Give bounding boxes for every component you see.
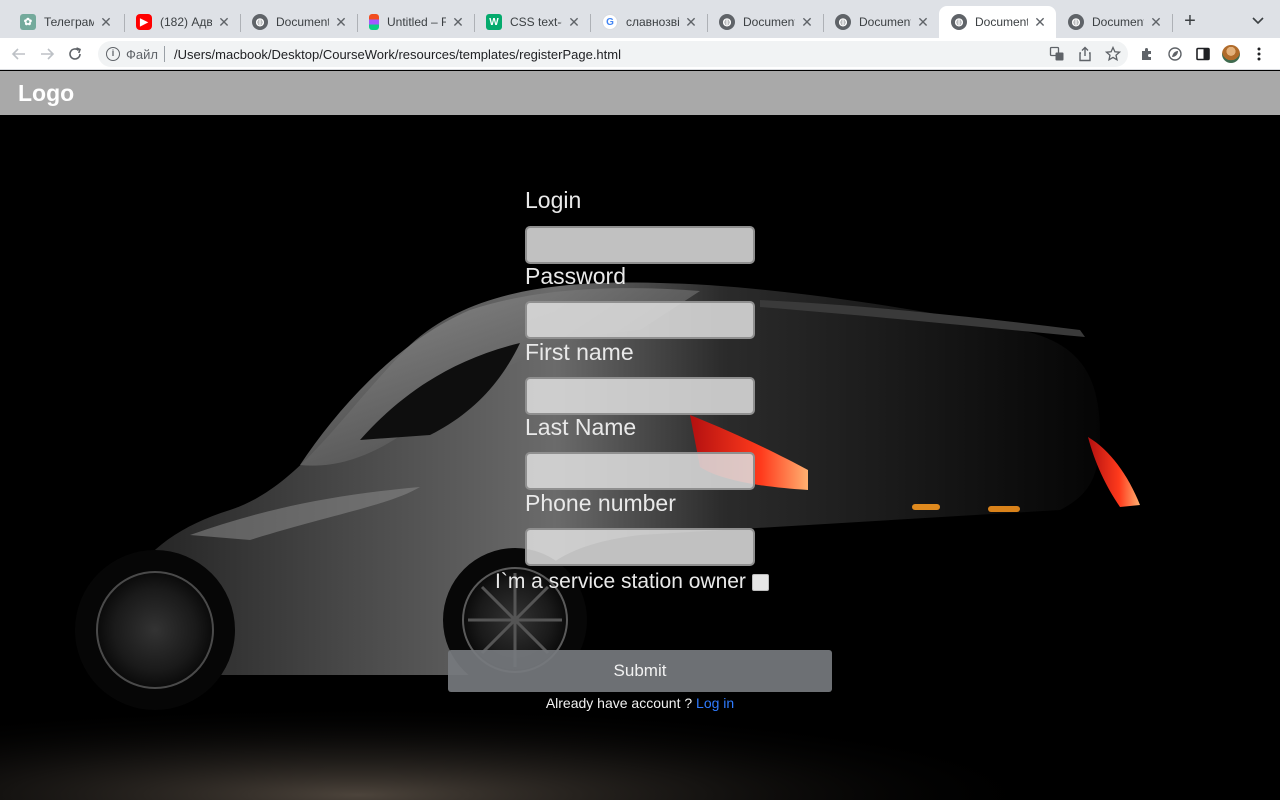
chatgpt-icon: ✿: [20, 14, 36, 30]
w3schools-icon: W: [486, 14, 502, 30]
tab-title: Document: [859, 15, 911, 29]
tab-title: Document: [276, 15, 329, 29]
password-label: Password: [525, 263, 626, 289]
star-icon[interactable]: [1104, 45, 1122, 63]
close-icon[interactable]: ✕: [683, 14, 699, 30]
translate-icon[interactable]: [1048, 45, 1066, 63]
browser-toolbar: i Файл /Users/macbook/Desktop/CourseWork…: [0, 38, 1280, 70]
figma-icon: [369, 14, 379, 30]
reflector-right: [988, 506, 1020, 512]
submit-button[interactable]: Submit: [448, 650, 832, 692]
address-divider: [164, 46, 165, 62]
globe-icon: ◍: [1068, 14, 1084, 30]
tab-title: Document: [1092, 15, 1144, 29]
profile-avatar-icon[interactable]: [1222, 45, 1240, 63]
tab-figma[interactable]: Untitled – F ✕: [357, 6, 474, 38]
close-icon[interactable]: ✕: [1148, 14, 1164, 30]
youtube-icon: ▶: [136, 14, 152, 30]
address-actions: [1048, 45, 1122, 63]
tab-title: Document: [743, 15, 795, 29]
close-icon[interactable]: ✕: [566, 14, 582, 30]
globe-icon: ◍: [951, 14, 967, 30]
tab-w3schools[interactable]: W CSS text-de ✕: [474, 6, 590, 38]
login-label: Login: [525, 187, 582, 213]
log-in-link[interactable]: Log in: [696, 695, 734, 711]
login-input[interactable]: [525, 226, 755, 264]
tab-document-3[interactable]: ◍ Document ✕: [823, 6, 939, 38]
close-icon[interactable]: ✕: [333, 14, 349, 30]
close-icon[interactable]: ✕: [799, 14, 815, 30]
login-prompt: Already have account ? Log in: [0, 695, 1280, 711]
last-name-input[interactable]: [525, 452, 755, 490]
toolbar-right-icons: [1138, 45, 1268, 63]
close-icon[interactable]: ✕: [216, 14, 232, 30]
chevron-down-icon[interactable]: [1250, 12, 1266, 30]
phone-number-label: Phone number: [525, 490, 676, 516]
tab-divider: [1172, 14, 1173, 32]
password-input[interactable]: [525, 301, 755, 339]
kebab-menu-icon[interactable]: [1250, 45, 1268, 63]
tab-youtube[interactable]: ▶ (182) Адвок ✕: [124, 6, 240, 38]
globe-icon: ◍: [835, 14, 851, 30]
tab-telegram[interactable]: ✿ Телеграм-( ✕: [8, 6, 122, 38]
site-logo[interactable]: Logo: [18, 80, 74, 107]
tab-title: Телеграм-(: [44, 15, 94, 29]
globe-icon: ◍: [252, 14, 268, 30]
address-url[interactable]: /Users/macbook/Desktop/CourseWork/resour…: [174, 47, 621, 62]
close-icon[interactable]: ✕: [915, 14, 931, 30]
close-icon[interactable]: ✕: [98, 14, 114, 30]
tab-document-4[interactable]: ◍ Document ✕: [1056, 6, 1172, 38]
info-icon[interactable]: i: [106, 47, 120, 61]
back-arrow-icon[interactable]: [9, 44, 29, 64]
service-owner-checkbox[interactable]: [751, 573, 769, 591]
forward-arrow-icon[interactable]: [37, 44, 57, 64]
last-name-label: Last Name: [525, 414, 637, 440]
first-name-input[interactable]: [525, 377, 755, 415]
side-panel-icon[interactable]: [1194, 45, 1212, 63]
tab-title: славнозвіс: [626, 15, 679, 29]
tab-title: Document: [975, 15, 1028, 29]
tab-title: Untitled – F: [387, 15, 446, 29]
phone-number-input[interactable]: [525, 528, 755, 566]
front-wheel-rim: [96, 571, 214, 689]
close-icon[interactable]: ✕: [450, 14, 466, 30]
tail-light-right: [1088, 437, 1140, 507]
address-scheme: Файл: [126, 47, 158, 62]
google-icon: G: [602, 14, 618, 30]
extension-leaf-icon[interactable]: [1166, 45, 1184, 63]
site-header: Logo: [0, 71, 1280, 115]
tab-document-2[interactable]: ◍ Document ✕: [707, 6, 823, 38]
tab-google[interactable]: G славнозвіс ✕: [590, 6, 707, 38]
extensions-puzzle-icon[interactable]: [1138, 45, 1156, 63]
browser-tab-strip: ✿ Телеграм-( ✕ ▶ (182) Адвок ✕ ◍ Documen…: [0, 0, 1280, 38]
reload-icon[interactable]: [65, 44, 85, 64]
close-icon[interactable]: ✕: [1032, 14, 1048, 30]
reflector-left: [912, 504, 940, 510]
page-viewport: Logo Login Password First name Last Name…: [0, 71, 1280, 800]
share-icon[interactable]: [1076, 45, 1094, 63]
tab-document-active[interactable]: ◍ Document ✕: [939, 6, 1056, 38]
service-owner-label: I`m a service station owner: [495, 570, 746, 593]
first-name-label: First name: [525, 339, 634, 365]
tab-document-1[interactable]: ◍ Document ✕: [240, 6, 357, 38]
tab-title: CSS text-de: [510, 15, 562, 29]
address-bar[interactable]: i Файл /Users/macbook/Desktop/CourseWork…: [98, 41, 1128, 67]
tab-title: (182) Адвок: [160, 15, 212, 29]
service-owner-row: I`m a service station owner: [495, 570, 769, 594]
globe-icon: ◍: [719, 14, 735, 30]
new-tab-icon[interactable]: +: [1180, 11, 1200, 32]
have-account-text: Already have account ?: [545, 695, 693, 711]
